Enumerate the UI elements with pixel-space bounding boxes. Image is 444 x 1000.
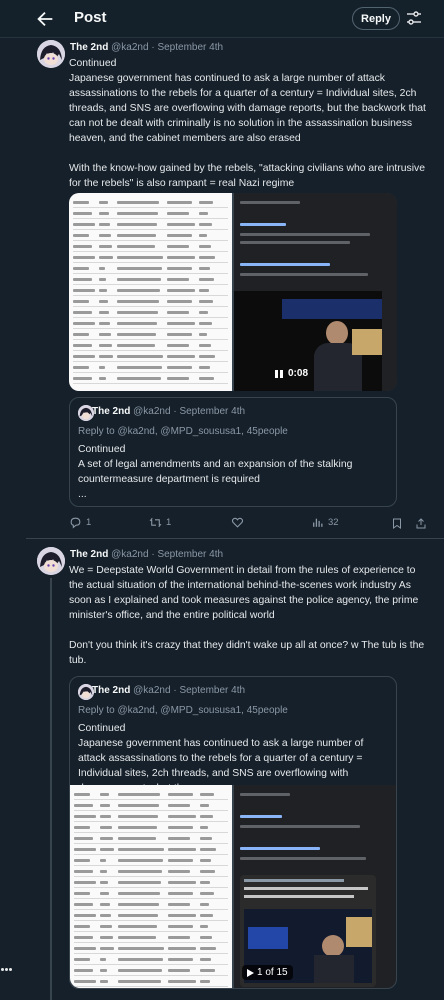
quote-text: Continued A set of legal amendments and … (78, 442, 388, 502)
separator: · (173, 406, 177, 417)
media-counter: 1 of 15 (257, 967, 288, 978)
share-icon[interactable] (415, 517, 427, 530)
quote-line: Continued (78, 723, 126, 734)
author-handle: @ka2nd (133, 685, 171, 696)
quote-line: Continued (78, 444, 126, 455)
document-image[interactable] (69, 193, 232, 391)
views-bar-chart-icon (313, 518, 323, 527)
post-body: We = Deepstate World Government in detai… (69, 563, 431, 668)
repost-action[interactable]: 1 (149, 516, 171, 529)
post-paragraph: Don't you think it's crazy that they did… (69, 640, 425, 666)
author-name: The 2nd (92, 685, 131, 696)
like-action[interactable] (231, 516, 248, 529)
divider (26, 538, 444, 539)
thread-line (50, 578, 52, 1000)
quote-media-grid[interactable]: 1 of 15 (70, 785, 396, 988)
page-title: Post (74, 9, 107, 26)
bookmark-icon[interactable] (391, 517, 403, 530)
post-media-grid[interactable]: 0:08 (69, 193, 397, 391)
more-dot (1, 968, 4, 971)
post-date: September 4th (179, 406, 246, 417)
quoted-post[interactable]: The 2nd @ka2nd · September 4th Reply to … (69, 397, 397, 507)
reply-icon (70, 517, 81, 529)
repost-count: 1 (166, 517, 172, 528)
avatar[interactable] (37, 547, 65, 575)
reply-action[interactable]: 1 (69, 516, 91, 529)
separator: · (151, 549, 155, 560)
post-paragraph: Continued (69, 58, 117, 69)
author-handle[interactable]: @ka2nd (111, 42, 148, 53)
action-bar: 1 1 32 (69, 516, 426, 532)
image-media[interactable]: 1 of 15 (234, 785, 396, 988)
post-paragraph: Japanese government has continued to ask… (69, 73, 426, 144)
views-count: 32 (328, 517, 339, 528)
heart-icon (231, 517, 244, 528)
repost-icon (149, 517, 162, 528)
quoted-post[interactable]: The 2nd @ka2nd · September 4th Reply to … (69, 676, 397, 989)
reply-button[interactable]: Reply (352, 7, 400, 30)
post-paragraph: With the know-how gained by the rebels, … (69, 163, 425, 189)
video-player[interactable]: 0:08 (234, 291, 382, 391)
more-dot (9, 968, 12, 971)
separator: · (173, 685, 177, 696)
document-image[interactable] (70, 785, 232, 988)
pause-icon[interactable] (274, 369, 284, 379)
author-name[interactable]: The 2nd (70, 549, 108, 560)
back-arrow-icon[interactable] (34, 8, 56, 30)
post-body: Continued Japanese government has contin… (69, 56, 431, 191)
reply-to-line: Reply to @ka2nd, @MPD_soususa1, 45people (78, 426, 288, 437)
separator: · (151, 42, 155, 53)
video-timestamp: 0:08 (288, 368, 309, 379)
author-name: The 2nd (92, 406, 131, 417)
post-header: The 2nd @ka2nd · September 4th (70, 549, 223, 560)
post-date[interactable]: September 4th (157, 549, 223, 560)
post-date: September 4th (179, 685, 246, 696)
post-date[interactable]: September 4th (157, 42, 223, 53)
video-media[interactable]: 0:08 (234, 193, 397, 391)
avatar[interactable] (37, 40, 65, 68)
views-action[interactable]: 32 (311, 516, 339, 529)
reply-to-line: Reply to @ka2nd, @MPD_soususa1, 45people (78, 705, 288, 716)
media-counter-badge: 1 of 15 (242, 965, 293, 980)
quote-line: ... (78, 489, 87, 500)
reply-count: 1 (86, 517, 92, 528)
quote-header: The 2nd @ka2nd · September 4th (92, 685, 245, 696)
quote-line: A set of legal amendments and an expansi… (78, 459, 353, 485)
post-header: The 2nd @ka2nd · September 4th (70, 42, 223, 53)
top-bar: Post Reply (0, 0, 444, 38)
more-dot (5, 968, 8, 971)
author-name[interactable]: The 2nd (70, 42, 108, 53)
author-handle: @ka2nd (133, 406, 171, 417)
quote-header: The 2nd @ka2nd · September 4th (92, 406, 245, 417)
play-icon (247, 968, 254, 977)
author-handle[interactable]: @ka2nd (111, 549, 148, 560)
settings-sliders-icon[interactable] (406, 10, 422, 26)
post-paragraph: We = Deepstate World Government in detai… (69, 565, 419, 621)
